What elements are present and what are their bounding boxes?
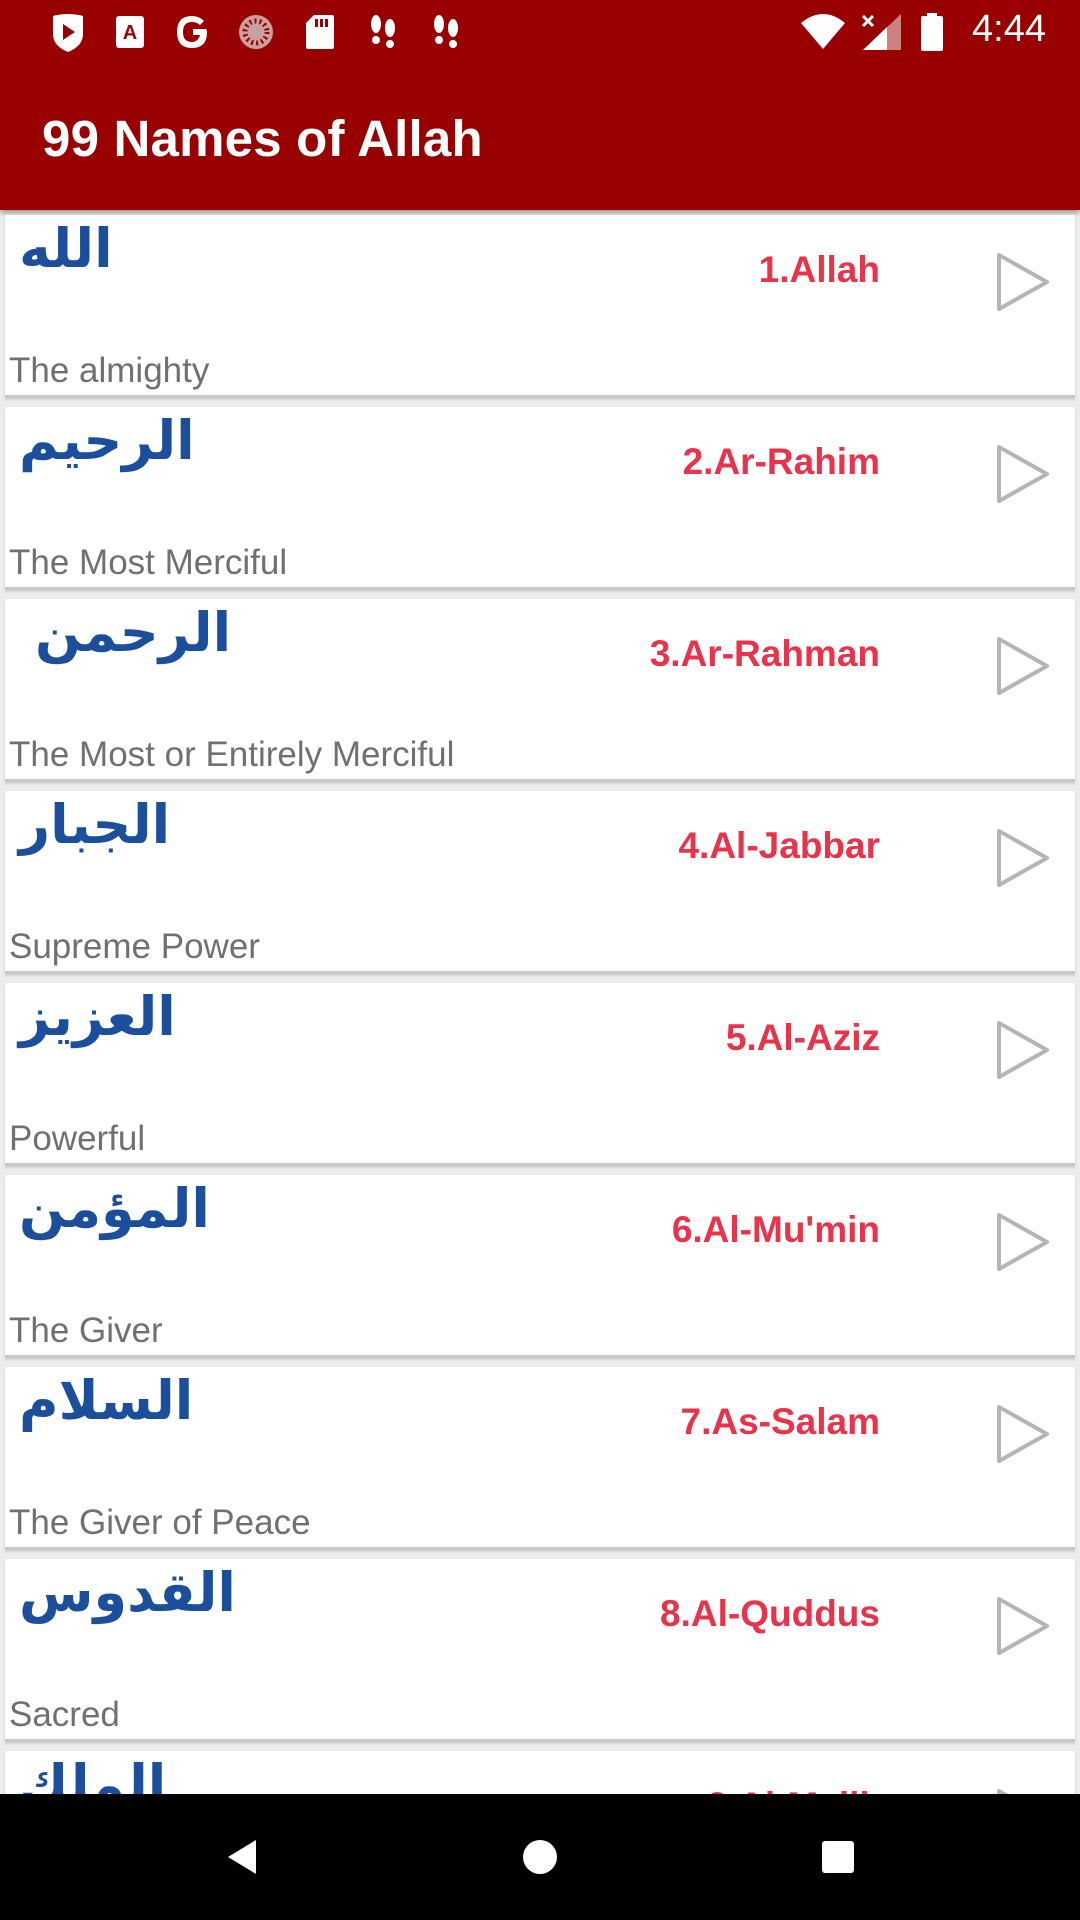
app-bar: 99 Names of Allah: [0, 63, 1080, 210]
transliterated-name: 7.As-Salam: [680, 1401, 881, 1442]
transliterated-name: 3.Ar-Rahman: [649, 633, 880, 674]
text-a-icon: A: [110, 12, 150, 52]
list-item[interactable]: الملك 9.Al-Malik: [5, 1751, 1075, 1794]
sd-card-icon: [300, 12, 340, 52]
name-meaning: The Giver of Peace: [9, 1503, 311, 1542]
list-item[interactable]: الرحيم 2.Ar-Rahim The Most Merciful: [5, 407, 1075, 590]
arabic-name: القدوس: [19, 1561, 236, 1624]
list-item[interactable]: القدوس 8.Al-Quddus Sacred: [5, 1559, 1075, 1742]
status-time: 4:44: [972, 8, 1046, 50]
list-item[interactable]: الجبار 4.Al-Jabbar Supreme Power: [5, 791, 1075, 974]
list-item[interactable]: الله 1.Allah The almighty: [5, 215, 1075, 398]
transliterated-name: 2.Ar-Rahim: [682, 441, 880, 482]
play-icon[interactable]: [995, 443, 1055, 507]
play-icon[interactable]: [995, 1019, 1055, 1083]
play-icon[interactable]: [995, 1211, 1055, 1275]
arabic-name: العزيز: [19, 985, 176, 1048]
battery-icon: [918, 12, 946, 52]
arabic-name: الجبار: [19, 793, 171, 856]
play-icon[interactable]: [995, 1787, 1055, 1794]
arabic-name: الله: [19, 217, 113, 280]
transliterated-name: 1.Allah: [758, 249, 880, 290]
list-item[interactable]: الرحمن 3.Ar-Rahman The Most or Entirely …: [5, 599, 1075, 782]
transliterated-name: 9.Al-Malik: [707, 1785, 880, 1794]
play-icon[interactable]: [995, 251, 1055, 315]
play-icon[interactable]: [995, 635, 1055, 699]
transliterated-name: 5.Al-Aziz: [725, 1017, 880, 1058]
name-meaning: The Giver: [9, 1311, 163, 1350]
arabic-name: الرحمن: [35, 601, 232, 664]
name-meaning: The Most Merciful: [9, 543, 288, 582]
google-g-icon: [173, 12, 213, 52]
arabic-name: الرحيم: [19, 409, 195, 472]
list-item[interactable]: العزيز 5.Al-Aziz Powerful: [5, 983, 1075, 1166]
play-icon[interactable]: [995, 1403, 1055, 1467]
arabic-name: الملك: [19, 1753, 167, 1794]
play-store-icon: [48, 12, 88, 52]
name-meaning: Supreme Power: [9, 927, 260, 966]
back-icon[interactable]: [217, 1832, 267, 1882]
arabic-name: السلام: [19, 1369, 194, 1432]
status-bar: A 4:44: [0, 0, 1080, 63]
list-item[interactable]: المؤمن 6.Al-Mu'min The Giver: [5, 1175, 1075, 1358]
signal-icon: [860, 12, 906, 52]
recents-icon[interactable]: [813, 1832, 863, 1882]
name-meaning: The Most or Entirely Merciful: [9, 735, 455, 774]
play-icon[interactable]: [995, 827, 1055, 891]
arabic-name: المؤمن: [19, 1177, 210, 1240]
transliterated-name: 6.Al-Mu'min: [671, 1209, 880, 1250]
names-list[interactable]: الله 1.Allah The almighty الرحيم 2.Ar-Ra…: [0, 210, 1080, 1794]
page-title: 99 Names of Allah: [42, 110, 483, 167]
svg-text:A: A: [123, 22, 137, 44]
transliterated-name: 4.Al-Jabbar: [678, 825, 880, 866]
navigation-bar: [0, 1794, 1080, 1920]
footprints-icon: [426, 12, 466, 52]
name-meaning: Sacred: [9, 1695, 120, 1734]
wifi-icon: [798, 12, 848, 52]
list-item[interactable]: السلام 7.As-Salam The Giver of Peace: [5, 1367, 1075, 1550]
circle-loader-icon: [236, 12, 276, 52]
play-icon[interactable]: [995, 1595, 1055, 1659]
name-meaning: Powerful: [9, 1119, 146, 1158]
transliterated-name: 8.Al-Quddus: [660, 1593, 880, 1634]
footprints-icon: [363, 12, 403, 52]
name-meaning: The almighty: [9, 351, 210, 390]
home-icon[interactable]: [515, 1832, 565, 1882]
